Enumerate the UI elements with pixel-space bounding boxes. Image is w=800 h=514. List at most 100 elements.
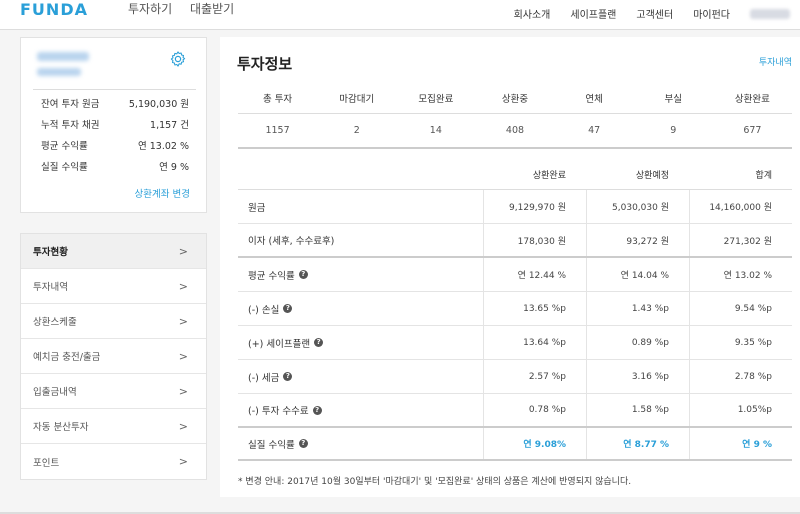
row-label: (+) 세이프플랜 xyxy=(248,338,311,350)
help-question-icon[interactable]: ? xyxy=(298,270,308,279)
chevron-right-icon: > xyxy=(178,349,188,363)
profile-row-label: 잔여 투자 원금 xyxy=(41,99,100,110)
nav-about[interactable]: 회사소개 xyxy=(514,6,551,21)
help-question-icon[interactable]: ? xyxy=(298,439,308,448)
cell-value: 178,030 원 xyxy=(483,224,586,256)
sidebar-item-label: 자동 분산투자 xyxy=(33,422,89,433)
main-nav: 투자하기 대출받기 xyxy=(128,0,248,17)
stats-header-repaying: 상환중 xyxy=(501,94,529,105)
table-row-fee: (-) 투자 수수료 ? 0.78 %p 1.58 %p 1.05%p xyxy=(238,394,792,428)
stats-header-default: 부실 xyxy=(664,94,683,105)
utility-nav: 회사소개 세이프플랜 고객센터 마이펀다 xyxy=(514,6,790,21)
table-row-loss: (-) 손실 ? 13.65 %p 1.43 %p 9.54 %p xyxy=(238,292,792,326)
cell-value: 9.54 %p xyxy=(689,292,792,325)
sidebar-item-repayment-schedule[interactable]: 상환스케줄 > xyxy=(21,304,206,339)
row-label-wrap: (-) 투자 수수료 ? xyxy=(238,403,483,417)
sidebar-item-investment-status[interactable]: 투자현황 > xyxy=(21,234,206,269)
stats-header-total: 총 투자 xyxy=(262,94,293,105)
cell-value: 9.35 %p xyxy=(689,326,792,359)
help-question-icon[interactable]: ? xyxy=(283,372,293,381)
nav-invest[interactable]: 투자하기 xyxy=(128,2,172,16)
stats-value-row: 1157 2 14 408 47 9 677 xyxy=(238,114,792,149)
cell-value: 0.89 %p xyxy=(586,326,689,359)
nav-mypage[interactable]: 마이펀다 xyxy=(693,6,730,21)
col-header-sum: 합계 xyxy=(755,170,772,181)
sidebar-item-label: 입출금내역 xyxy=(33,387,77,398)
nav-support[interactable]: 고객센터 xyxy=(636,6,673,21)
change-repayment-account-link[interactable]: 상환계좌 변경 xyxy=(135,186,190,200)
cell-value-highlight: 연 9 % xyxy=(689,428,792,459)
stats-value-default: 9 xyxy=(670,125,677,136)
sidebar-item-deposit-withdraw[interactable]: 예치금 충전/출금 > xyxy=(21,339,206,374)
page-title: 투자정보 xyxy=(237,55,293,73)
profile-card: 잔여 투자 원금 5,190,030 원 누적 투자 채권 1,157 건 평균… xyxy=(20,37,207,213)
row-label: (-) 손실 xyxy=(248,304,280,316)
cell-value: 13.64 %p xyxy=(483,326,586,359)
sidebar-item-label: 투자내역 xyxy=(33,282,68,293)
cell-value: 2.57 %p xyxy=(483,360,586,393)
stats-value-funded: 14 xyxy=(429,125,442,136)
sidebar-item-transactions[interactable]: 입출금내역 > xyxy=(21,374,206,409)
cell-value: 3.16 %p xyxy=(586,360,689,393)
chevron-right-icon: > xyxy=(178,419,188,433)
profile-row-label: 실질 수익률 xyxy=(41,162,88,173)
cell-value: 1.43 %p xyxy=(586,292,689,325)
row-label-wrap: (+) 세이프플랜 ? xyxy=(238,336,483,350)
settings-gear-icon[interactable] xyxy=(169,50,187,68)
top-header: FUNDA 투자하기 대출받기 회사소개 세이프플랜 고객센터 마이펀다 xyxy=(0,0,800,30)
profile-row-label: 평균 수익률 xyxy=(41,141,88,152)
nav-safeplan[interactable]: 세이프플랜 xyxy=(570,6,616,21)
row-label-wrap: (-) 세금 ? xyxy=(238,370,483,384)
nav-loan[interactable]: 대출받기 xyxy=(190,2,234,16)
profile-remaining-principal: 잔여 투자 원금 5,190,030 원 xyxy=(41,96,189,110)
chevron-right-icon: > xyxy=(178,244,188,258)
cell-value: 14,160,000 원 xyxy=(689,190,792,223)
profile-divider xyxy=(33,89,196,90)
col-header-completed: 상환완료 xyxy=(532,170,566,181)
table-row-interest: 이자 (세후, 수수료후) 178,030 원 93,272 원 271,302… xyxy=(238,224,792,258)
funda-logo[interactable]: FUNDA xyxy=(20,0,88,19)
change-notice: * 변경 안내: 2017년 10월 30일부터 '마감대기' 및 '모집완료'… xyxy=(238,477,632,487)
cell-value: 0.78 %p xyxy=(483,394,586,426)
help-question-icon[interactable]: ? xyxy=(314,338,324,347)
investment-history-link[interactable]: 투자내역 xyxy=(759,55,792,68)
row-label: (-) 투자 수수료 xyxy=(248,406,309,417)
cell-value: 연 12.44 % xyxy=(483,258,586,291)
cell-value-highlight: 연 8.77 % xyxy=(586,428,689,459)
row-label-wrap: 실질 수익률 ? xyxy=(238,437,483,451)
profile-avg-return: 평균 수익률 연 13.02 % xyxy=(41,138,189,152)
row-label: (-) 세금 xyxy=(248,372,280,384)
stats-value-overdue: 47 xyxy=(588,125,601,136)
blurred-username[interactable] xyxy=(750,8,790,19)
help-question-icon[interactable]: ? xyxy=(283,304,293,313)
sidebar-item-label: 투자현황 xyxy=(33,247,68,258)
chevron-right-icon: > xyxy=(178,384,188,398)
cell-value: 13.65 %p xyxy=(483,292,586,325)
help-question-icon[interactable]: ? xyxy=(312,405,322,415)
sidebar-item-label: 예치금 충전/출금 xyxy=(33,352,101,363)
cell-value: 연 14.04 % xyxy=(586,258,689,291)
row-label: 원금 xyxy=(248,202,266,214)
col-header-scheduled: 상환예정 xyxy=(635,170,669,181)
cell-value-highlight: 연 9.08% xyxy=(483,428,586,459)
sidebar-item-points[interactable]: 포인트 > xyxy=(21,444,206,479)
profile-row-value: 1,157 건 xyxy=(150,120,189,131)
chevron-right-icon: > xyxy=(178,279,188,293)
stats-header-row: 총 투자 마감대기 모집완료 상환중 연체 부실 상환완료 xyxy=(238,83,792,114)
table-row-avg-return: 평균 수익률 ? 연 12.44 % 연 14.04 % 연 13.02 % xyxy=(238,258,792,292)
stats-value-completed: 677 xyxy=(743,125,762,136)
cell-value: 93,272 원 xyxy=(586,224,689,256)
investment-stats: 총 투자 마감대기 모집완료 상환중 연체 부실 상환완료 1157 2 14 … xyxy=(238,83,792,149)
cell-value: 1.58 %p xyxy=(586,394,689,426)
blurred-user-name xyxy=(37,52,89,61)
table-row-tax: (-) 세금 ? 2.57 %p 3.16 %p 2.78 %p xyxy=(238,360,792,394)
sidebar-item-investment-history[interactable]: 투자내역 > xyxy=(21,269,206,304)
sidebar-item-label: 포인트 xyxy=(33,457,60,469)
row-label-wrap: (-) 손실 ? xyxy=(238,302,483,316)
stats-header-completed: 상환완료 xyxy=(734,94,770,105)
table-row-safeplan: (+) 세이프플랜 ? 13.64 %p 0.89 %p 9.35 %p xyxy=(238,326,792,360)
profile-row-value: 5,190,030 원 xyxy=(128,99,189,110)
table-header-row: 상환완료 상환예정 합계 xyxy=(238,159,792,190)
chevron-right-icon: > xyxy=(178,455,188,468)
sidebar-item-auto-invest[interactable]: 자동 분산투자 > xyxy=(21,409,206,444)
